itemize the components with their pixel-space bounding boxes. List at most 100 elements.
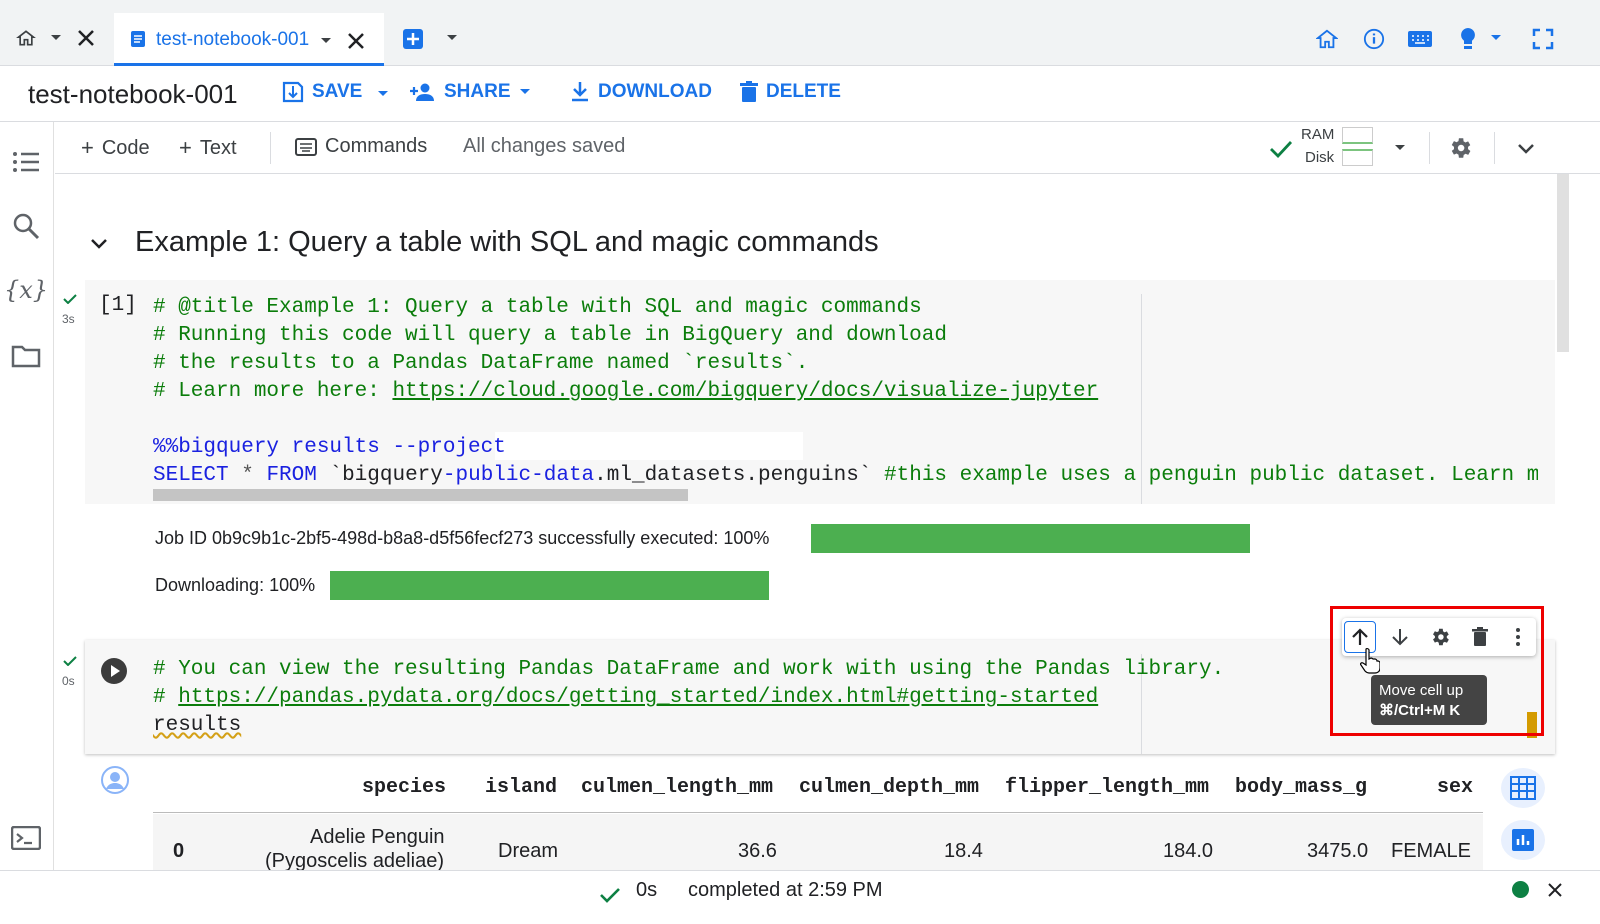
notebook-icon bbox=[128, 29, 148, 49]
chevron-down-icon[interactable] bbox=[444, 30, 460, 46]
gear-icon[interactable] bbox=[1424, 621, 1456, 653]
divider bbox=[1429, 132, 1430, 164]
keyboard-icon[interactable] bbox=[1406, 26, 1434, 52]
close-icon[interactable] bbox=[1544, 879, 1566, 901]
chevron-down-icon[interactable] bbox=[1488, 30, 1504, 46]
add-code-label: Code bbox=[101, 136, 150, 159]
download-button[interactable]: DOWNLOAD bbox=[570, 81, 712, 103]
add-code-button[interactable]: + Code bbox=[81, 135, 150, 161]
delete-label: DELETE bbox=[766, 81, 841, 102]
tooltip-title: Move cell up bbox=[1379, 682, 1464, 699]
trash-icon[interactable] bbox=[1464, 621, 1496, 653]
plus-icon: + bbox=[179, 135, 192, 160]
row-index: 0 bbox=[173, 840, 185, 862]
move-cell-down-icon[interactable] bbox=[1384, 621, 1416, 653]
add-text-button[interactable]: + Text bbox=[179, 135, 237, 161]
terminal-icon[interactable] bbox=[10, 822, 42, 854]
code-line: # the results to a Pandas DataFrame name… bbox=[153, 352, 809, 375]
exec-time: 0s bbox=[62, 674, 75, 688]
cell-culmen-depth: 18.4 bbox=[944, 840, 983, 862]
gear-icon[interactable] bbox=[1446, 134, 1474, 162]
home-icon[interactable] bbox=[14, 26, 38, 50]
tab-title: test-notebook-001 bbox=[156, 29, 310, 50]
disk-meter[interactable] bbox=[1342, 149, 1373, 166]
lightbulb-icon[interactable] bbox=[1456, 26, 1480, 52]
status-bar: 0s completed at 2:59 PM bbox=[0, 870, 1600, 924]
save-label: SAVE bbox=[312, 81, 363, 102]
chevron-down-icon[interactable] bbox=[48, 30, 64, 46]
save-status: All changes saved bbox=[463, 135, 626, 157]
collapse-toolbar-icon[interactable] bbox=[1513, 136, 1539, 162]
job-progress-bar bbox=[811, 524, 1250, 553]
tooltip-shortcut: ⌘/Ctrl+M K bbox=[1379, 702, 1461, 719]
table-view-icon[interactable] bbox=[1501, 768, 1545, 808]
new-tab-icon[interactable] bbox=[400, 26, 426, 52]
chevron-down-icon[interactable] bbox=[318, 33, 334, 49]
download-icon bbox=[572, 82, 588, 102]
add-person-icon bbox=[410, 83, 434, 101]
search-icon[interactable] bbox=[10, 210, 42, 242]
commands-button[interactable]: Commands bbox=[295, 135, 427, 158]
tooltip: Move cell up ⌘/Ctrl+M K bbox=[1371, 675, 1487, 725]
share-label: SHARE bbox=[444, 81, 511, 102]
column-header: culmen_length_mm bbox=[581, 776, 774, 799]
notebook-content: Example 1: Query a table with SQL and ma… bbox=[55, 174, 1600, 870]
save-icon bbox=[282, 81, 304, 103]
column-header: flipper_length_mm bbox=[1005, 776, 1210, 799]
cell-sex: FEMALE bbox=[1391, 840, 1472, 862]
table-of-contents-icon[interactable] bbox=[10, 146, 42, 178]
column-header: species bbox=[362, 776, 447, 799]
chevron-down-icon[interactable] bbox=[1392, 140, 1408, 156]
notebook-header: test-notebook-001 SAVE SHARE DOWNLOAD DE… bbox=[0, 66, 1600, 122]
info-icon[interactable] bbox=[1361, 26, 1387, 52]
tab-bar: test-notebook-001 bbox=[0, 0, 1600, 66]
hand-cursor-icon bbox=[1358, 646, 1382, 676]
exec-time: 3s bbox=[62, 312, 75, 326]
scrollbar[interactable] bbox=[1557, 174, 1569, 352]
horizontal-scrollbar[interactable] bbox=[153, 489, 688, 501]
completed-text: completed at 2:59 PM bbox=[688, 879, 883, 901]
close-tab-icon[interactable] bbox=[344, 29, 368, 53]
connected-check-icon bbox=[1267, 136, 1295, 162]
column-header: body_mass_g bbox=[1235, 776, 1368, 799]
column-header: culmen_depth_mm bbox=[799, 776, 980, 799]
play-icon bbox=[101, 658, 127, 684]
divider bbox=[270, 132, 271, 164]
code-line: # @title Example 1: Query a table with S… bbox=[153, 296, 922, 319]
tab-notebook[interactable]: test-notebook-001 bbox=[114, 13, 384, 66]
table-divider bbox=[153, 812, 1483, 813]
code-line: # Learn more here: https://cloud.google.… bbox=[153, 380, 1099, 403]
share-button[interactable]: SHARE bbox=[410, 81, 531, 103]
more-vert-icon[interactable] bbox=[1504, 621, 1532, 653]
code-line: # You can view the resulting Pandas Data… bbox=[153, 658, 1225, 681]
cell-species: (Pygoscelis adeliae) bbox=[265, 850, 444, 870]
notebook-title[interactable]: test-notebook-001 bbox=[28, 79, 238, 110]
cell-island: Dream bbox=[498, 840, 559, 862]
save-button[interactable]: SAVE bbox=[282, 81, 362, 103]
code-line: %%bigquery results --project bbox=[153, 436, 506, 459]
section-heading: Example 1: Query a table with SQL and ma… bbox=[135, 226, 879, 258]
chevron-down-icon bbox=[519, 89, 530, 94]
column-header: island bbox=[485, 776, 558, 799]
variables-icon[interactable]: {x} bbox=[4, 274, 48, 306]
code-line: results bbox=[153, 714, 242, 737]
chart-suggest-icon[interactable] bbox=[1501, 820, 1545, 860]
chevron-down-icon[interactable] bbox=[374, 86, 392, 102]
code-link[interactable]: https://cloud.google.com/bigquery/docs/v… bbox=[392, 380, 1098, 403]
fullscreen-icon[interactable] bbox=[1530, 26, 1556, 52]
delete-button[interactable]: DELETE bbox=[740, 81, 841, 103]
folder-icon[interactable] bbox=[10, 340, 42, 372]
ram-meter[interactable] bbox=[1342, 127, 1373, 144]
code-line: SELECT * FROM `bigquery-public-data.ml_d… bbox=[153, 464, 1538, 487]
home-icon[interactable] bbox=[1314, 26, 1340, 52]
ram-label: RAM bbox=[1301, 126, 1335, 143]
output-avatar-icon bbox=[99, 764, 131, 796]
download-status-text: Downloading: 100% bbox=[155, 575, 316, 595]
cell-body-mass: 3475.0 bbox=[1307, 840, 1369, 862]
close-icon[interactable] bbox=[74, 26, 98, 50]
exec-count: [1] bbox=[99, 294, 137, 317]
run-cell-button[interactable] bbox=[99, 656, 129, 686]
cell-species: Adelie Penguin bbox=[310, 826, 445, 848]
section-collapse-chevron-icon[interactable] bbox=[87, 232, 111, 256]
code-link[interactable]: https://pandas.pydata.org/docs/getting_s… bbox=[178, 686, 1098, 709]
